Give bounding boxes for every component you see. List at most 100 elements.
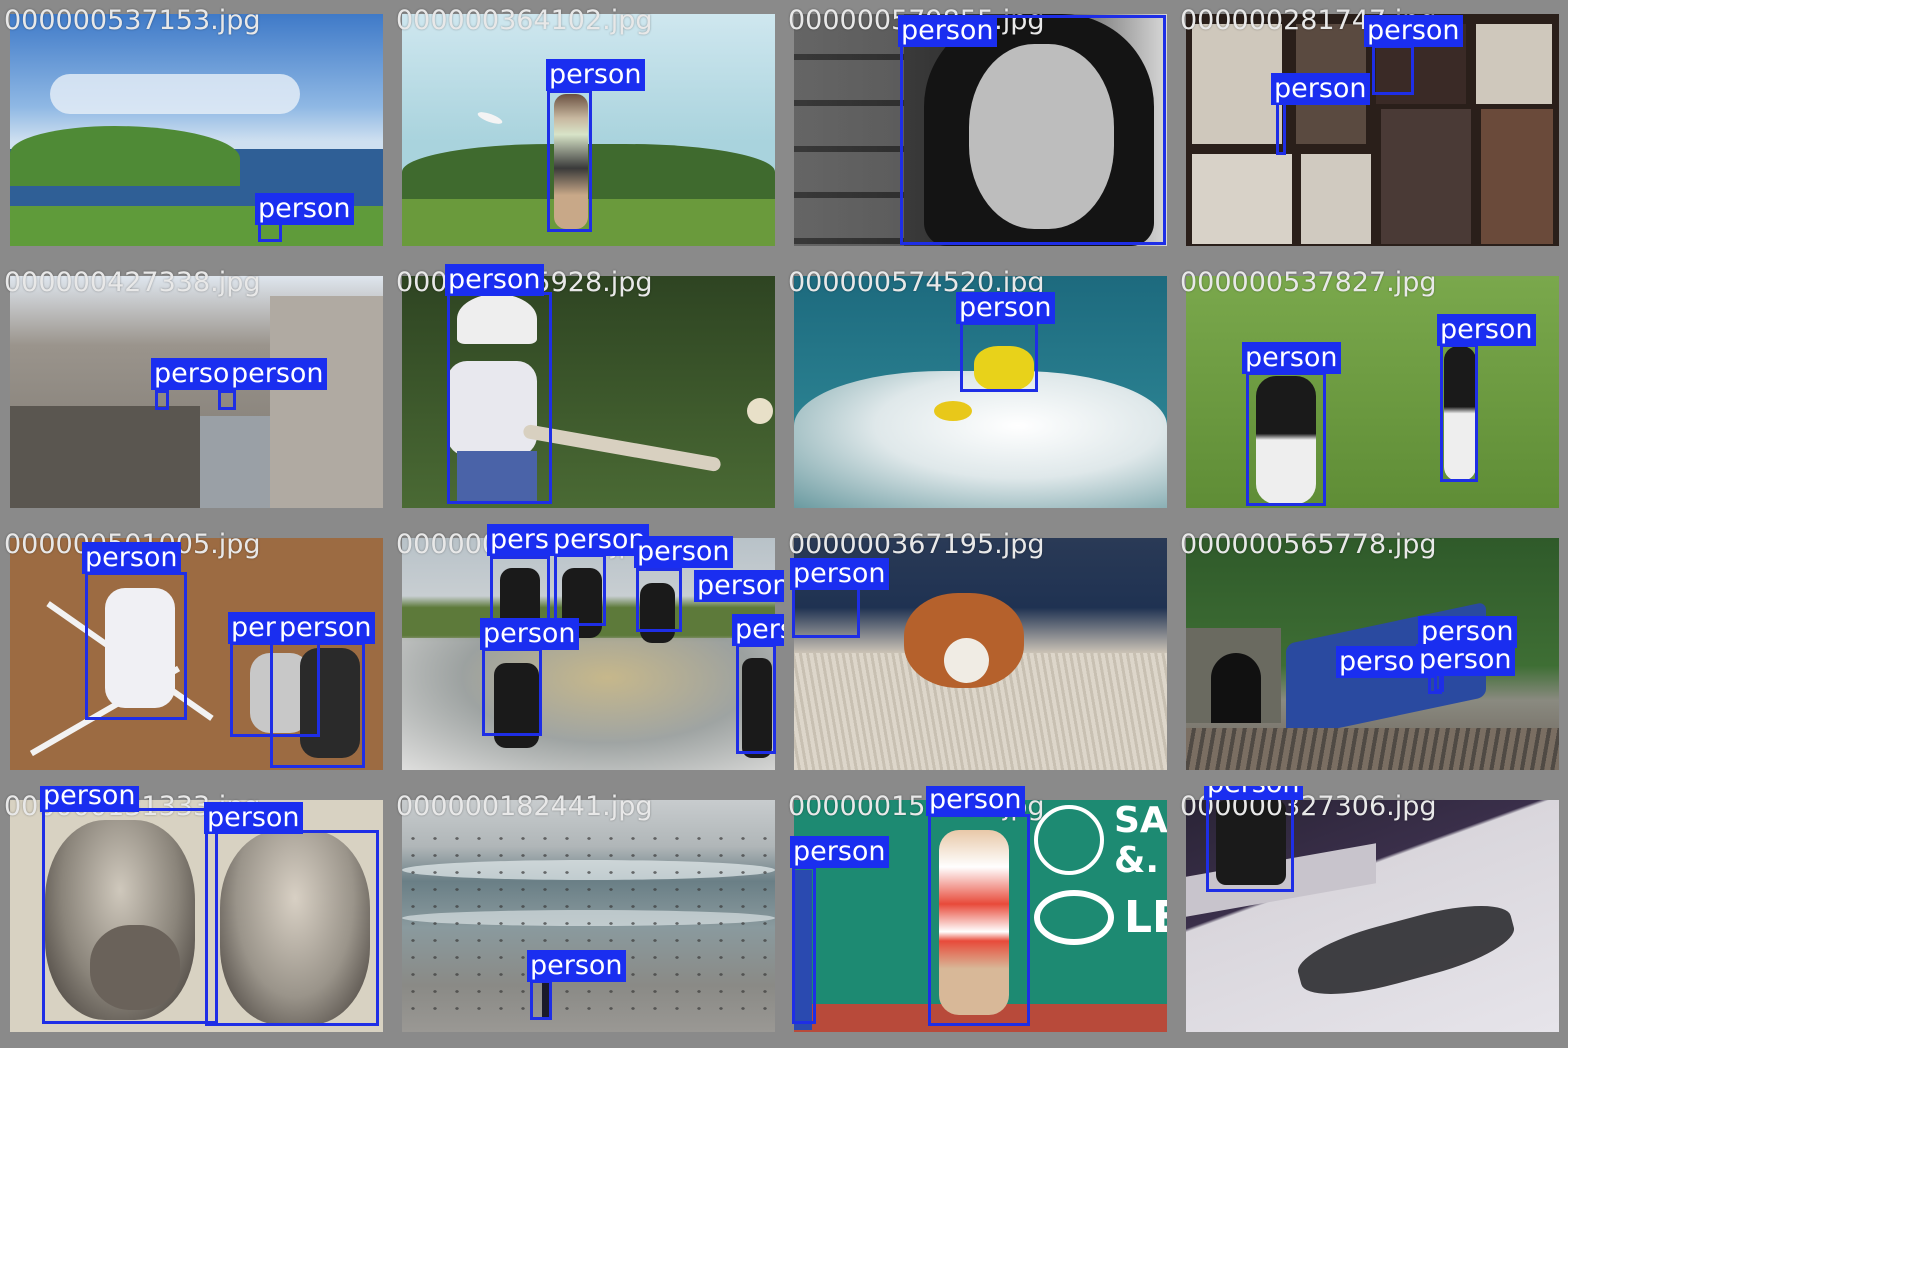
display-case	[1192, 154, 1292, 244]
detection-label: person	[228, 358, 327, 390]
tile-filename: 000000427338.jpg	[4, 267, 261, 298]
tile-filename: 000000565778.jpg	[1180, 529, 1437, 560]
detection-label: person	[82, 542, 181, 574]
detection-label: person	[204, 802, 303, 834]
detection-box	[636, 568, 682, 632]
detection-box	[1276, 100, 1286, 155]
shadow	[1291, 892, 1521, 1008]
tile-frisbee: 000000364102.jpg person	[392, 0, 784, 262]
ball	[747, 398, 773, 424]
detection-box	[547, 90, 592, 232]
image-mosaic: 000000537153.jpg person 000000364102.jpg…	[0, 0, 1920, 1280]
detection-box	[482, 648, 542, 736]
tracks	[1186, 728, 1559, 770]
tile-seagulls: 000000182441.jpg person	[392, 786, 784, 1048]
tile-jerseys: 000000281747.jpg person person	[1176, 0, 1568, 262]
tunnel-opening	[1211, 653, 1261, 723]
display-case	[1301, 154, 1371, 244]
scene-beach	[402, 800, 775, 1032]
shelves	[794, 14, 904, 246]
tile-batter: 000000501005.jpg person person person	[0, 524, 392, 786]
scene-ruins	[10, 276, 383, 508]
detection-label: person	[40, 786, 139, 812]
detection-label: person	[1437, 314, 1536, 346]
detection-box	[1206, 796, 1294, 892]
detection-box	[736, 644, 776, 754]
detection-box	[85, 572, 187, 720]
tile-train: 000000565778.jpg person person person	[1176, 524, 1568, 786]
display-case	[1476, 24, 1552, 104]
detection-box	[218, 390, 236, 410]
bat	[522, 423, 722, 473]
display-case	[1481, 109, 1553, 244]
columns	[270, 296, 383, 508]
detection-label: person	[276, 612, 375, 644]
frisbee	[476, 109, 504, 127]
path	[200, 416, 280, 508]
detection-label: person	[926, 786, 1025, 816]
detection-label: person	[634, 536, 733, 568]
detection-label: person	[445, 264, 544, 296]
detection-label: person	[1364, 15, 1463, 47]
birds	[402, 830, 775, 1010]
detection-box	[530, 980, 552, 1020]
headland	[10, 126, 240, 186]
tile-children: 000000131333.jpg person person	[0, 786, 392, 1048]
ad-text-le: LE	[1124, 892, 1167, 943]
detection-label: person	[790, 558, 889, 590]
detection-label: person	[732, 614, 784, 646]
detection-box	[42, 808, 218, 1024]
detection-box	[155, 390, 169, 410]
detection-box	[205, 830, 379, 1026]
clouds	[50, 74, 300, 114]
detection-box	[258, 222, 282, 242]
detection-box	[270, 642, 365, 768]
tile-boy-bat: 000000535928.jpg person	[392, 262, 784, 524]
detection-box	[792, 866, 816, 1024]
tile-skatepark: 000000194521.jpg person person person pe…	[392, 524, 784, 786]
detection-label: person	[255, 193, 354, 225]
tile-filename: 000000364102.jpg	[396, 5, 653, 36]
scene-field	[1186, 276, 1559, 508]
tile-coast: 000000537153.jpg person	[0, 0, 392, 262]
detection-box	[960, 322, 1038, 392]
detection-box	[1246, 372, 1326, 506]
detection-label: person	[694, 570, 784, 602]
detection-box	[1440, 344, 1478, 482]
tile-filename: 000000537153.jpg	[4, 5, 261, 36]
detection-box	[1372, 45, 1414, 95]
detection-label: person	[790, 836, 889, 868]
graffiti-bowl	[402, 638, 775, 770]
detection-label: person	[1204, 786, 1303, 800]
tile-filename: 000000537827.jpg	[1180, 267, 1437, 298]
display-case	[1381, 109, 1471, 244]
tile-ruins: 000000427338.jpg person person	[0, 262, 392, 524]
tile-filename: 000000367195.jpg	[788, 529, 1045, 560]
tile-baseball-field: 000000537827.jpg person person	[1176, 262, 1568, 524]
detection-label: person	[1416, 644, 1515, 676]
detection-label: person	[546, 59, 645, 91]
detection-label: person	[898, 15, 997, 47]
corgi-muzzle	[944, 638, 989, 683]
tile-filename: 000000182441.jpg	[396, 791, 653, 822]
surfboard	[934, 401, 972, 421]
display-case	[1192, 24, 1282, 144]
ad-text-sa: SA	[1114, 800, 1167, 841]
tile-tennis: SA &. LE 000000152120.jpg person person	[784, 786, 1176, 1048]
wall	[10, 406, 200, 508]
detection-label: person	[480, 618, 579, 650]
tile-corgi: 000000367195.jpg person	[784, 524, 1176, 786]
detection-label: person	[956, 292, 1055, 324]
detection-label: person	[1242, 342, 1341, 374]
detection-box	[900, 15, 1166, 245]
tile-portrait: 000000579855.jpg person	[784, 0, 1176, 262]
tile-skateboarder: 000000327306.jpg person	[1176, 786, 1568, 1048]
ad-text-amp: &.	[1114, 840, 1160, 881]
detection-box	[554, 554, 606, 626]
detection-box	[447, 292, 552, 504]
tile-surfer: 000000574520.jpg person	[784, 262, 1176, 524]
detection-label: person	[527, 950, 626, 982]
detection-label: person	[1271, 73, 1370, 105]
detection-box	[928, 814, 1030, 1026]
lexus-logo	[1034, 890, 1114, 945]
